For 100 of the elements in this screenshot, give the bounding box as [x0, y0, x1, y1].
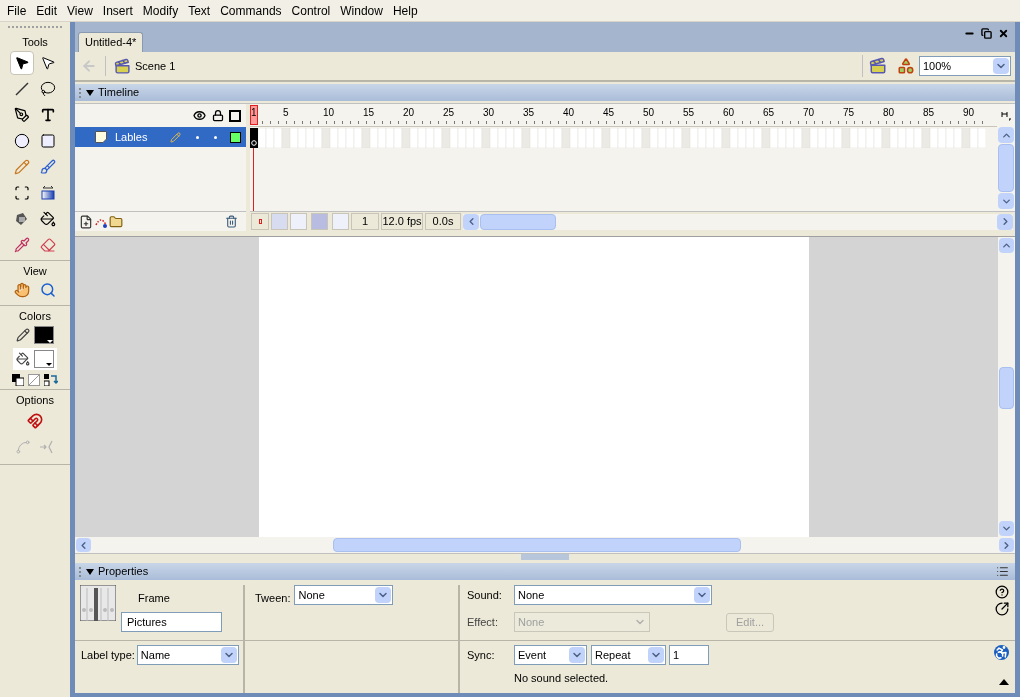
scrollbar-thumb[interactable]: [998, 144, 1014, 192]
panel-title[interactable]: Timeline: [98, 84, 140, 101]
sync-dropdown[interactable]: Event: [514, 645, 587, 665]
field-label: Sound:: [467, 587, 503, 603]
rectangle-icon: [40, 133, 56, 149]
swap-colors-icon[interactable]: [44, 374, 58, 386]
snap-button[interactable]: [25, 411, 45, 431]
layer-icon: [95, 131, 107, 143]
outline-icon[interactable]: [229, 109, 241, 122]
document-tab[interactable]: Untitled-4*: [78, 32, 144, 52]
fill-color-swatch[interactable]: [34, 350, 54, 368]
frame-number: 90: [963, 107, 975, 119]
menu-item[interactable]: View: [62, 1, 98, 20]
stroke-color-swatch[interactable]: [34, 326, 54, 344]
frame-number: 40: [563, 107, 575, 119]
text-tool-icon: [40, 107, 56, 123]
layer-color-swatch[interactable]: [230, 131, 241, 143]
scrollbar-thumb[interactable]: [480, 213, 556, 230]
menu-item[interactable]: Modify: [137, 1, 184, 20]
zoom-icon: [40, 282, 56, 298]
menu-item[interactable]: Window: [335, 1, 388, 20]
sound-status-text: No sound selected.: [514, 671, 610, 686]
tween-dropdown[interactable]: None: [294, 585, 394, 605]
scrollbar-thumb[interactable]: [333, 538, 741, 552]
restore-icon[interactable]: [981, 28, 992, 39]
keyframe[interactable]: [250, 128, 258, 148]
frame-thumbnail-icon: [80, 585, 116, 621]
layer-name[interactable]: Lables: [115, 128, 170, 146]
frame-label-field[interactable]: Pictures: [121, 611, 222, 632]
add-layer-icon[interactable]: [79, 214, 93, 229]
lock-icon[interactable]: [212, 109, 224, 122]
frame-number: 45: [603, 107, 615, 119]
menu-item[interactable]: Text: [183, 1, 216, 20]
menu-item[interactable]: File: [2, 1, 32, 20]
zoom-dropdown[interactable]: 100%: [919, 56, 1011, 76]
frame-number: 50: [643, 107, 655, 119]
sound-dropdown[interactable]: None: [514, 585, 712, 605]
center-playhead-button[interactable]: [251, 213, 269, 230]
accessibility-icon[interactable]: [994, 645, 1009, 660]
frame-number: 1: [251, 107, 257, 119]
onion-markers-button[interactable]: [332, 213, 349, 230]
hand-icon: [14, 282, 30, 298]
menu-item[interactable]: Commands: [215, 1, 287, 20]
frame-number: 25: [443, 107, 455, 119]
field-label: Tween:: [255, 591, 291, 606]
field-label: Effect:: [467, 614, 499, 630]
panel-section-title: Colors: [19, 309, 51, 323]
selection-type-label: Frame: [138, 591, 171, 606]
add-folder-icon[interactable]: [109, 214, 123, 229]
repeat-dropdown[interactable]: Repeat: [591, 645, 666, 665]
visibility-icon[interactable]: [192, 109, 207, 122]
no-color-icon[interactable]: [28, 374, 40, 386]
arrow-icon: [14, 55, 30, 71]
vertical-scrollbar[interactable]: [998, 127, 1014, 211]
scene-icon: [114, 57, 131, 75]
lasso-icon: [40, 81, 56, 97]
eraser-icon: [40, 237, 56, 253]
collapse-triangle-icon[interactable]: [86, 568, 94, 575]
horizontal-scrollbar[interactable]: [463, 213, 1013, 230]
launch-icon[interactable]: [995, 602, 1009, 616]
frame-number: 15: [363, 107, 375, 119]
menu-item[interactable]: Edit: [31, 1, 63, 20]
frame-number: 85: [923, 107, 935, 119]
paint-bucket-icon: [40, 211, 56, 227]
help-icon[interactable]: [995, 585, 1009, 599]
close-icon[interactable]: [998, 28, 1009, 39]
vertical-scrollbar[interactable]: [998, 237, 1015, 537]
playhead-line: [253, 148, 254, 211]
menu-item[interactable]: Control: [286, 1, 336, 20]
frame-number: 75: [843, 107, 855, 119]
options-menu-icon[interactable]: [996, 565, 1009, 578]
label-type-dropdown[interactable]: Name: [136, 645, 239, 665]
tool-button[interactable]: [10, 51, 34, 75]
default-colors-icon[interactable]: [12, 374, 24, 386]
edit-symbols-icon[interactable]: [897, 57, 915, 75]
edit-pencil-icon: [170, 131, 181, 143]
splitter-handle[interactable]: [521, 554, 569, 560]
horizontal-scrollbar[interactable]: [75, 537, 1015, 553]
layer-row[interactable]: Lables: [75, 127, 246, 147]
frame-number: 55: [683, 107, 695, 119]
scrollbar-thumb[interactable]: [999, 367, 1014, 409]
panel-title[interactable]: Properties: [98, 563, 149, 580]
delete-layer-icon[interactable]: [225, 215, 238, 228]
scene-label[interactable]: Scene 1: [135, 57, 176, 75]
frame-rate-field: 12.0 fps: [381, 213, 423, 230]
magnet-icon: [27, 413, 43, 429]
edit-scene-icon[interactable]: [869, 57, 887, 75]
frame-number: 65: [763, 107, 775, 119]
playhead-marker[interactable]: [250, 105, 258, 125]
frame-number: 80: [883, 107, 895, 119]
frame-number: 60: [723, 107, 735, 119]
frame-number: 35: [523, 107, 535, 119]
menu-item[interactable]: Help: [387, 1, 423, 20]
repeat-count-field[interactable]: 1: [669, 645, 709, 665]
oval-icon: [14, 133, 30, 149]
menu-item[interactable]: Insert: [97, 1, 138, 20]
stroke-color-icon: [16, 328, 30, 342]
smooth-icon: [15, 439, 31, 455]
collapse-triangle-icon[interactable]: [86, 89, 94, 96]
expand-triangle-icon[interactable]: [999, 678, 1009, 685]
